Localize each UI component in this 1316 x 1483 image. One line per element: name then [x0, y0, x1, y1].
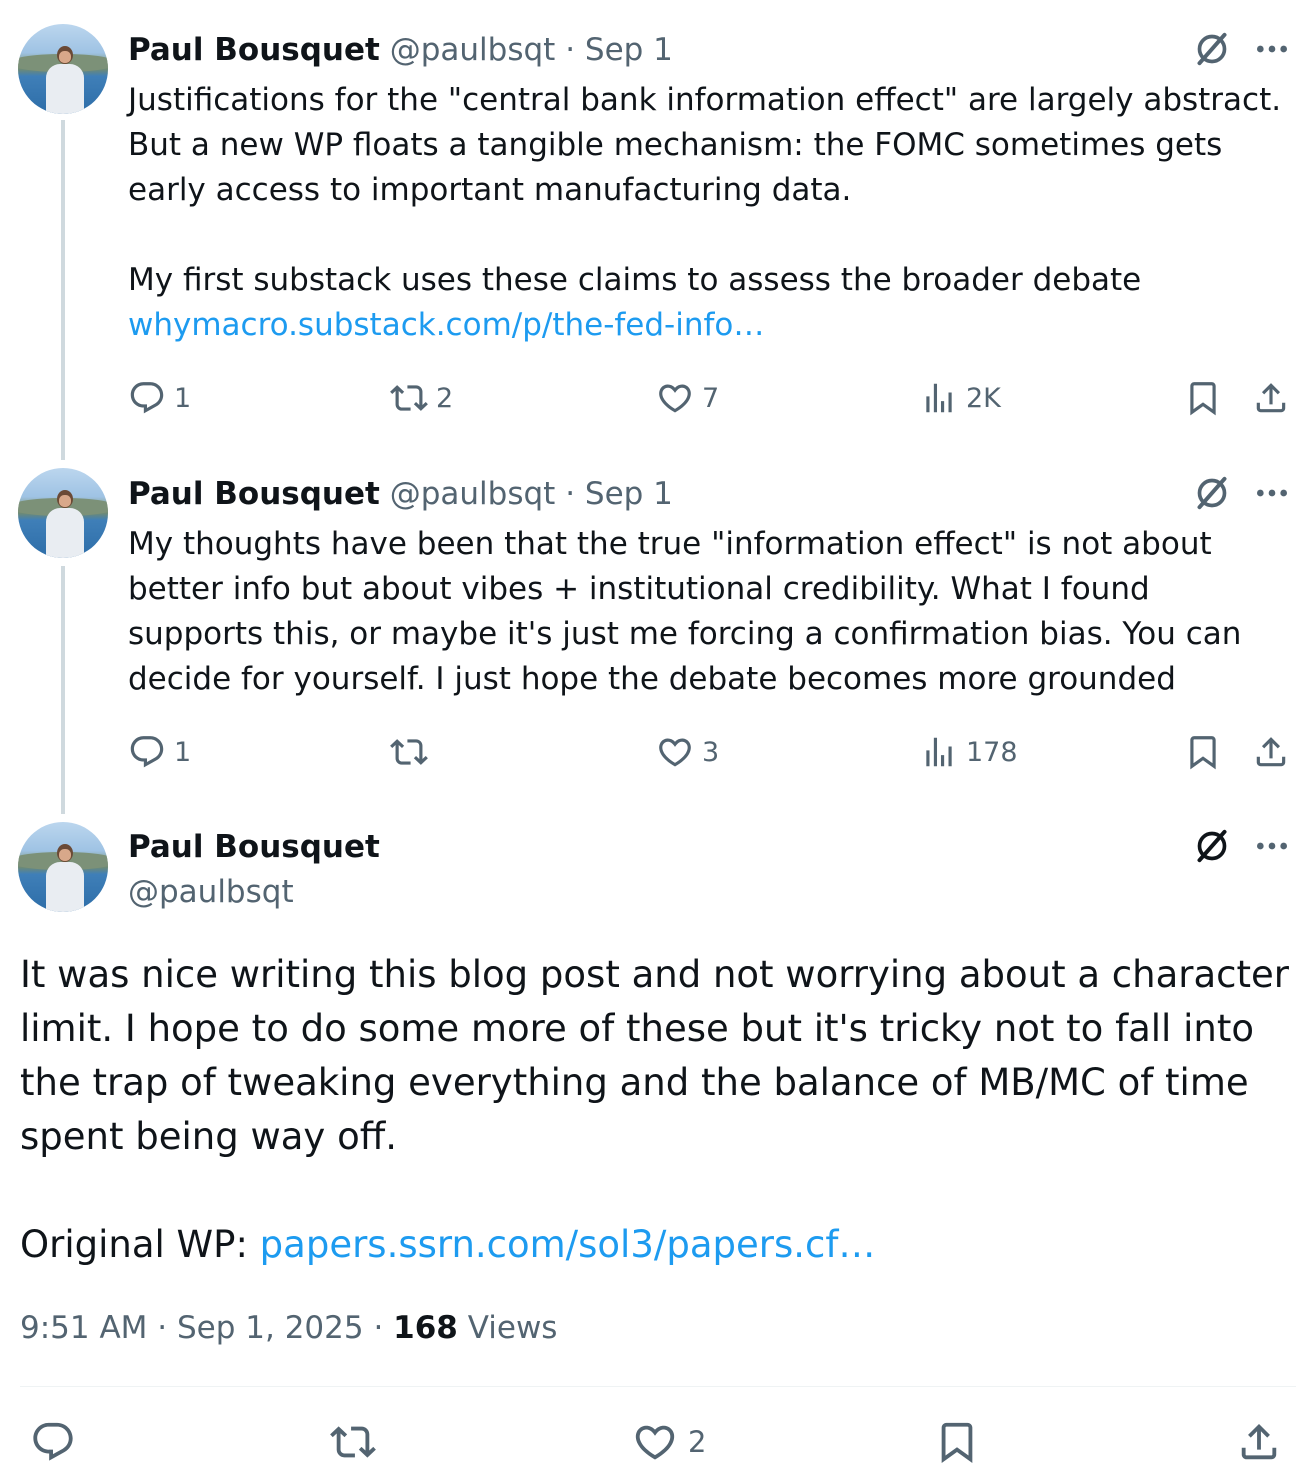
- original-wp-line: Original WP: papers.ssrn.com/sol3/papers…: [20, 1218, 1300, 1272]
- bookmark-icon: [1184, 733, 1222, 771]
- like-count: 7: [702, 382, 720, 414]
- tweet-actions: 1 2 7 2K: [128, 376, 1316, 420]
- share-button[interactable]: [1236, 1414, 1282, 1470]
- repost-count: 2: [436, 382, 454, 414]
- bookmark-button[interactable]: [934, 1414, 980, 1470]
- share-icon: [1252, 379, 1290, 417]
- views-icon: [920, 733, 958, 771]
- grok-icon[interactable]: [1192, 826, 1232, 866]
- views-button[interactable]: 2K: [920, 376, 1001, 420]
- reply-button[interactable]: 1: [128, 376, 191, 420]
- thread-line: [61, 120, 65, 460]
- original-wp-label: Original WP:: [20, 1223, 260, 1266]
- share-icon: [1236, 1419, 1282, 1465]
- bookmark-button[interactable]: [1184, 376, 1222, 420]
- tweet-meta: 9:51 AM · Sep 1, 2025 · 168 Views: [20, 1310, 558, 1346]
- repost-button[interactable]: 2: [390, 376, 453, 420]
- views-count: 2K: [966, 382, 1001, 414]
- like-button[interactable]: 3: [656, 730, 719, 774]
- tweet-paragraph: My thoughts have been that the true "inf…: [128, 526, 1242, 697]
- views-button[interactable]: 178: [920, 730, 1018, 774]
- author-handle[interactable]: @paulbsqt: [128, 871, 294, 913]
- reply-button[interactable]: 1: [128, 730, 191, 774]
- tweet-date[interactable]: · Sep 1: [565, 476, 673, 512]
- tweet-text: It was nice writing this blog post and n…: [20, 948, 1300, 1272]
- avatar[interactable]: [18, 822, 108, 912]
- tweet-text: My thoughts have been that the true "inf…: [128, 522, 1288, 702]
- share-icon: [1252, 733, 1290, 771]
- views-count: 178: [966, 736, 1018, 768]
- tweet-header: Paul Bousquet @paulbsqt · Sep 1: [128, 474, 673, 514]
- like-button[interactable]: 2: [632, 1414, 706, 1470]
- repost-button[interactable]: [390, 730, 428, 774]
- tweet-link[interactable]: papers.ssrn.com/sol3/papers.cf…: [260, 1223, 876, 1266]
- bookmark-icon: [934, 1419, 980, 1465]
- bookmark-icon: [1184, 379, 1222, 417]
- like-icon: [632, 1419, 678, 1465]
- reply-count: 1: [174, 382, 192, 414]
- repost-icon: [390, 733, 428, 771]
- reply-icon: [30, 1419, 76, 1465]
- tweet-actions: 1 3 178: [128, 730, 1316, 774]
- more-icon[interactable]: [1252, 473, 1292, 513]
- author-name[interactable]: Paul Bousquet: [128, 476, 380, 512]
- tweet-paragraph: My first substack uses these claims to a…: [128, 262, 1142, 298]
- repost-icon: [390, 379, 428, 417]
- main-tweet-actions: 2: [0, 1414, 1316, 1470]
- views-label: Views: [467, 1310, 558, 1346]
- grok-icon[interactable]: [1192, 29, 1232, 69]
- avatar[interactable]: [18, 468, 108, 558]
- bookmark-button[interactable]: [1184, 730, 1222, 774]
- repost-icon: [330, 1419, 376, 1465]
- tweet-date[interactable]: · Sep 1: [565, 32, 673, 68]
- tweet-full-date[interactable]: Sep 1, 2025: [177, 1310, 364, 1346]
- reply-count: 1: [174, 736, 192, 768]
- tweet-paragraph: Justifications for the "central bank inf…: [128, 82, 1282, 208]
- author-name[interactable]: Paul Bousquet: [128, 32, 380, 68]
- thread-line: [61, 566, 65, 814]
- avatar[interactable]: [18, 24, 108, 114]
- more-icon[interactable]: [1252, 29, 1292, 69]
- author-name[interactable]: Paul Bousquet: [128, 826, 380, 868]
- tweet-header: Paul Bousquet @paulbsqt · Sep 1: [128, 30, 673, 70]
- share-button[interactable]: [1252, 376, 1290, 420]
- divider: [20, 1386, 1296, 1387]
- reply-button[interactable]: [30, 1414, 76, 1470]
- like-count: 2: [688, 1425, 707, 1459]
- author-handle[interactable]: @paulbsqt: [390, 32, 556, 68]
- views-icon: [920, 379, 958, 417]
- like-icon: [656, 379, 694, 417]
- tweet-link[interactable]: whymacro.substack.com/p/the-fed-info…: [128, 303, 1288, 348]
- author-handle[interactable]: @paulbsqt: [390, 476, 556, 512]
- like-icon: [656, 733, 694, 771]
- repost-button[interactable]: [330, 1414, 376, 1470]
- grok-icon[interactable]: [1192, 473, 1232, 513]
- tweet-time[interactable]: 9:51 AM: [20, 1310, 147, 1346]
- views-total: 168: [393, 1310, 458, 1346]
- tweet-paragraph: It was nice writing this blog post and n…: [20, 953, 1289, 1158]
- like-button[interactable]: 7: [656, 376, 719, 420]
- share-button[interactable]: [1252, 730, 1290, 774]
- more-icon[interactable]: [1252, 826, 1292, 866]
- tweet-text: Justifications for the "central bank inf…: [128, 78, 1288, 348]
- like-count: 3: [702, 736, 720, 768]
- reply-icon: [128, 733, 166, 771]
- reply-icon: [128, 379, 166, 417]
